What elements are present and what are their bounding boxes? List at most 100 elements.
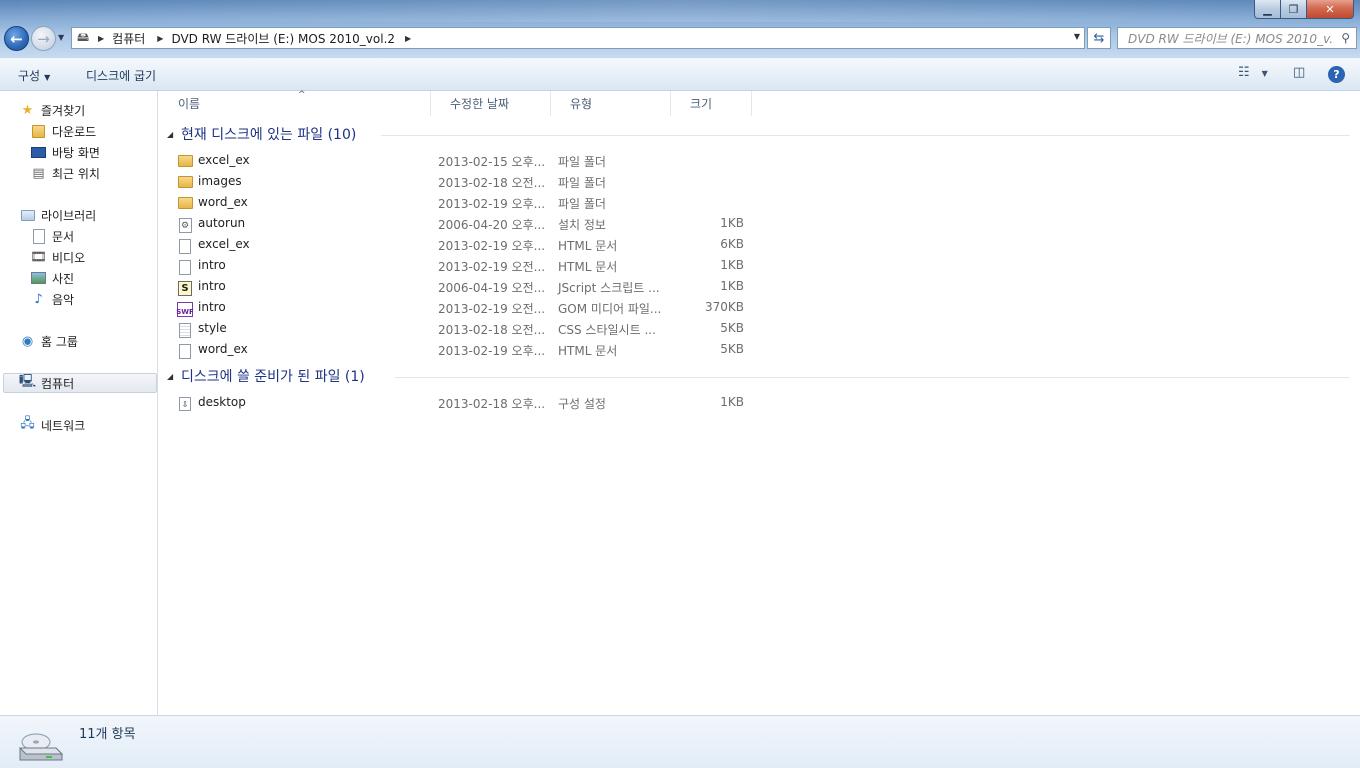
nav-item-label: 바탕 화면 [52, 145, 100, 160]
preview-pane-icon: ◫ [1293, 65, 1306, 80]
file-date: 2013-02-19 오후... [438, 197, 546, 211]
navigation-pane: ★ 즐겨찾기 다운로드 바탕 화면 ▤ 최근 위치 라이브러리 문서 🎞 비디오 사진… [0, 91, 158, 715]
maximize-button[interactable]: ❐ [1281, 0, 1307, 19]
help-button[interactable]: ? [1328, 66, 1345, 83]
refresh-button[interactable]: ⇆ [1087, 27, 1111, 49]
item-count: 11개 항목 [79, 727, 136, 742]
group-divider [381, 135, 1350, 136]
file-row[interactable]: intro 2013-02-19 오전... HTML 문서 1KB [177, 255, 757, 276]
collapse-triangle-icon[interactable]: ◢ [167, 130, 181, 139]
group-header-on-disc[interactable]: ◢ 현재 디스크에 있는 파일 (10) [167, 124, 356, 144]
file-size: 1KB [720, 395, 744, 409]
file-row[interactable]: word_ex 2013-02-19 오후... 파일 폴더 [177, 192, 757, 213]
file-name: desktop [198, 395, 246, 409]
group-title: 현재 디스크에 있는 파일 (10) [181, 127, 357, 143]
file-name: images [198, 174, 242, 188]
minimize-button[interactable]: ▁ [1254, 0, 1281, 19]
css-document-icon [177, 320, 193, 338]
file-date: 2013-02-19 오후... [438, 239, 546, 253]
file-name: excel_ex [198, 237, 250, 251]
column-header-label: 크기 [690, 97, 713, 111]
file-type: CSS 스타일시트 ... [558, 323, 656, 337]
html-document-icon [177, 236, 193, 254]
column-header-label: 이름 [178, 97, 201, 111]
search-icon[interactable]: ⚲ [1341, 31, 1350, 45]
organize-label: 구성 [18, 69, 41, 83]
nav-libraries[interactable]: 라이브러리 [19, 205, 96, 225]
html-document-icon [177, 257, 193, 275]
file-date: 2013-02-19 오후... [438, 344, 546, 358]
file-date: 2013-02-19 오전... [438, 260, 546, 274]
file-type: 설치 정보 [558, 218, 606, 232]
help-icon: ? [1333, 68, 1340, 81]
nav-item-videos[interactable]: 🎞 비디오 [30, 247, 85, 267]
file-name: word_ex [198, 195, 248, 209]
organize-button[interactable]: 구성 ▼ [18, 67, 50, 84]
column-header-modified[interactable]: 수정한 날짜 [431, 91, 551, 116]
file-date: 2013-02-18 오전... [438, 176, 546, 190]
preview-pane-button[interactable]: ◫ [1293, 65, 1305, 80]
nav-homegroup[interactable]: ◉ 홈 그룹 [19, 331, 78, 351]
desktop-icon [30, 144, 47, 160]
file-row[interactable]: word_ex 2013-02-19 오후... HTML 문서 5KB [177, 339, 757, 360]
nav-item-recent-places[interactable]: ▤ 최근 위치 [30, 163, 100, 183]
column-header-name[interactable]: 이름 ^ [159, 90, 431, 116]
nav-favorites[interactable]: ★ 즐겨찾기 [19, 100, 86, 120]
nav-item-downloads[interactable]: 다운로드 [30, 121, 96, 141]
file-type: 구성 설정 [558, 397, 606, 411]
file-type: HTML 문서 [558, 239, 618, 253]
downloads-folder-icon [30, 123, 47, 139]
chevron-right-icon[interactable]: ▶ [98, 34, 104, 43]
file-name: word_ex [198, 342, 248, 356]
file-size: 5KB [720, 321, 744, 335]
group-header-ready-to-burn[interactable]: ◢ 디스크에 쓸 준비가 된 파일 (1) [167, 366, 365, 386]
file-type: 파일 폴더 [558, 197, 606, 211]
close-button[interactable]: ✕ [1307, 0, 1354, 19]
nav-item-music[interactable]: ♪ 음악 [30, 289, 74, 309]
swf-icon: SWF [176, 299, 194, 317]
search-box[interactable]: DVD RW 드라이브 (E:) MOS 2010_v... ⚲ [1117, 27, 1357, 49]
file-name: intro [198, 258, 226, 272]
arrow-left-icon: ← [10, 29, 23, 48]
recent-pages-dropdown[interactable]: ▼ [58, 33, 64, 42]
network-icon: 🖧 [20, 416, 35, 431]
breadcrumb-dvd-drive[interactable]: DVD RW 드라이브 (E:) MOS 2010_vol.2 [171, 30, 395, 47]
address-bar[interactable]: 🖴 ▶ 컴퓨터 ▶ DVD RW 드라이브 (E:) MOS 2010_vol.… [71, 27, 1085, 49]
chevron-right-icon[interactable]: ▶ [405, 34, 411, 43]
file-row[interactable]: style 2013-02-18 오전... CSS 스타일시트 ... 5KB [177, 318, 757, 339]
column-header-size[interactable]: 크기 [671, 91, 752, 116]
file-row[interactable]: ⚙ autorun 2006-04-20 오후... 설치 정보 1KB [177, 213, 757, 234]
file-row[interactable]: excel_ex 2013-02-19 오후... HTML 문서 6KB [177, 234, 757, 255]
nav-item-documents[interactable]: 문서 [30, 226, 74, 246]
homegroup-icon: ◉ [21, 333, 34, 349]
file-row[interactable]: SWF intro 2013-02-19 오전... GOM 미디어 파일...… [176, 297, 757, 318]
breadcrumb-computer[interactable]: 컴퓨터 [112, 30, 145, 47]
file-row[interactable]: images 2013-02-18 오전... 파일 폴더 [177, 171, 757, 192]
nav-item-pictures[interactable]: 사진 [30, 268, 74, 288]
nav-item-desktop[interactable]: 바탕 화면 [30, 142, 100, 162]
star-icon: ★ [21, 102, 34, 118]
file-row[interactable]: ⇩ desktop 2013-02-18 오후... 구성 설정 1KB [177, 392, 757, 413]
forward-button[interactable]: → [31, 26, 56, 51]
back-button[interactable]: ← [4, 26, 29, 51]
drive-icon: 🖴 [76, 29, 90, 44]
address-dropdown-icon[interactable]: ▼ [1074, 32, 1080, 41]
file-name: style [198, 321, 227, 335]
chevron-right-icon[interactable]: ▶ [157, 34, 163, 43]
view-options-button[interactable]: ☷ ▼ [1238, 65, 1268, 80]
title-bar: ▁ ❐ ✕ ← → ▼ 🖴 ▶ 컴퓨터 ▶ DVD RW 드라이브 (E:) M… [0, 0, 1360, 58]
group-title: 디스크에 쓸 준비가 된 파일 (1) [181, 369, 365, 385]
computer-icon: 🖳 [18, 374, 37, 389]
file-size: 6KB [720, 237, 744, 251]
burn-to-disc-button[interactable]: 디스크에 굽기 [86, 67, 156, 84]
file-row[interactable]: S intro 2006-04-19 오전... JScript 스크립트 ..… [177, 276, 757, 297]
collapse-triangle-icon[interactable]: ◢ [167, 372, 181, 381]
window-controls: ▁ ❐ ✕ [1254, 0, 1354, 19]
nav-computer[interactable]: 🖳 컴퓨터 [3, 373, 157, 393]
nav-network[interactable]: 🖧 네트워크 [19, 415, 85, 435]
refresh-icon: ⇆ [1093, 30, 1105, 46]
nav-item-label: 최근 위치 [52, 166, 100, 181]
file-row[interactable]: excel_ex 2013-02-15 오후... 파일 폴더 [177, 150, 757, 171]
documents-icon [30, 228, 47, 244]
column-header-type[interactable]: 유형 [551, 91, 671, 116]
